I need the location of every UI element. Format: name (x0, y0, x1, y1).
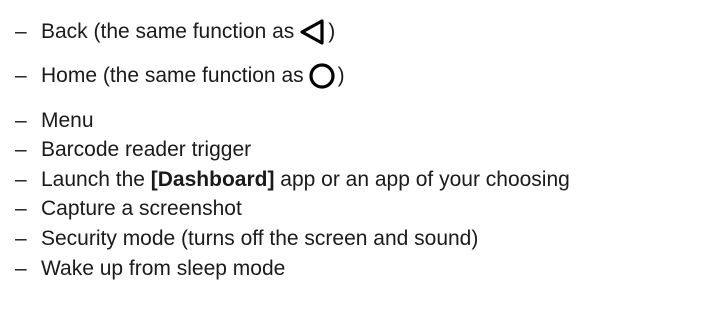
list-item-barcode: – Barcode reader trigger (15, 135, 251, 165)
item-text: Wake up from sleep mode (41, 257, 286, 280)
list-item-dashboard: – Launch the [Dashboard] app or an app o… (15, 165, 570, 195)
item-text: Home (the same function as (41, 64, 304, 87)
item-text: Capture a screenshot (41, 197, 242, 220)
home-circle-icon (308, 61, 336, 91)
list-item-menu: – Menu (15, 106, 94, 136)
list-item-wake-up: – Wake up from sleep mode (15, 254, 285, 284)
list-item-home: – Home (the same function as ) (15, 61, 345, 91)
item-text: Launch the (41, 168, 151, 191)
back-triangle-icon (298, 17, 326, 47)
list-dash: – (15, 20, 27, 43)
list-dash: – (15, 197, 27, 220)
item-text: Security mode (turns off the screen and … (41, 227, 479, 250)
list-item-back: – Back (the same function as ) (15, 17, 335, 47)
item-text: Barcode reader trigger (41, 138, 252, 161)
item-text: Menu (41, 109, 94, 132)
item-text-suffix: app or an app of your choosing (274, 168, 570, 191)
list-item-screenshot: – Capture a screenshot (15, 194, 242, 224)
list-dash: – (15, 138, 27, 161)
item-text-suffix: ) (337, 64, 345, 87)
dashboard-app-name: [Dashboard] (150, 168, 275, 191)
list-dash: – (15, 227, 27, 250)
list-dash: – (15, 64, 27, 87)
item-text-suffix: ) (328, 20, 336, 43)
list-item-security-mode: – Security mode (turns off the screen an… (15, 224, 478, 254)
list-dash: – (15, 168, 27, 191)
list-dash: – (15, 109, 27, 132)
item-text: Back (the same function as (41, 20, 295, 43)
list-dash: – (15, 257, 27, 280)
